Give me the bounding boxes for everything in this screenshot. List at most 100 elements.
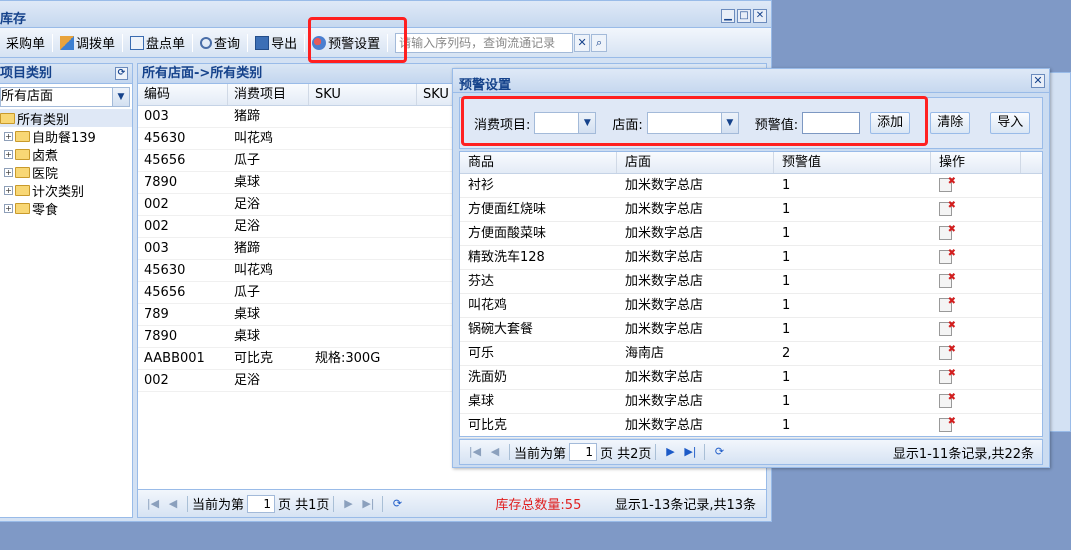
delete-icon[interactable] xyxy=(939,362,956,386)
table-cell: 足浴 xyxy=(234,373,261,388)
tree-item[interactable]: + 医院 xyxy=(0,163,132,182)
column-header[interactable]: 预警值 xyxy=(774,152,931,173)
inventory-label: 盘点单 xyxy=(146,37,186,52)
tree-item[interactable]: + 计次类别 xyxy=(0,181,132,200)
query-button[interactable]: 查询 xyxy=(194,32,246,54)
table-cell xyxy=(309,194,417,215)
close-icon[interactable]: ✕ xyxy=(1031,74,1045,88)
close-icon[interactable]: ✕ xyxy=(753,9,767,23)
table-cell xyxy=(309,370,417,391)
pager-separator xyxy=(187,495,188,512)
column-header[interactable]: 消费项目 xyxy=(228,84,309,105)
total-quantity: 库存总数量:55 xyxy=(495,498,582,513)
delete-icon[interactable] xyxy=(939,290,956,314)
refresh-icon[interactable]: ⟳ xyxy=(115,67,128,80)
refresh-icon[interactable]: ⟳ xyxy=(712,445,726,459)
first-page-icon[interactable]: |◀ xyxy=(468,445,482,459)
delete-icon[interactable] xyxy=(939,338,956,362)
category-tree: 所有类别 + 自助餐139 + 卤煮 + 医院 + 计次类别 + 零食 xyxy=(0,109,132,218)
table-cell xyxy=(309,304,417,325)
table-cell: 叫花鸡 xyxy=(234,263,274,278)
table-cell: 7890 xyxy=(144,175,178,190)
folder-icon xyxy=(15,166,30,178)
first-page-icon[interactable]: |◀ xyxy=(146,497,160,511)
expand-icon[interactable]: + xyxy=(4,185,13,195)
table-cell xyxy=(309,172,417,193)
delete-icon[interactable] xyxy=(939,242,956,266)
search-go-icon[interactable]: ⌕ xyxy=(591,33,608,52)
pager-separator xyxy=(333,495,335,512)
record-summary: 显示1-13条记录,共13条 xyxy=(614,498,756,513)
inventory-count-button[interactable]: 盘点单 xyxy=(124,32,191,54)
table-cell: 加米数字总店 xyxy=(625,418,704,433)
delete-icon[interactable] xyxy=(939,314,956,338)
store-select[interactable]: 所有店面 ▼ xyxy=(0,87,130,107)
table-cell: 猪蹄 xyxy=(234,241,261,256)
column-header[interactable]: 操作 xyxy=(931,152,1021,173)
dialog-title: 预警设置 xyxy=(459,78,512,93)
tree-item-label: 所有类别 xyxy=(17,112,70,128)
prev-page-icon[interactable]: ◀ xyxy=(166,497,180,511)
inventory-icon xyxy=(130,35,145,50)
delete-icon[interactable] xyxy=(939,170,956,194)
table-cell: 桌球 xyxy=(234,175,261,190)
toolbar-separator xyxy=(122,33,124,52)
import-button[interactable]: 导入 xyxy=(990,112,1031,134)
tree-item-label: 计次类别 xyxy=(32,184,85,200)
transfer-order-button[interactable]: 调拨单 xyxy=(54,32,121,54)
column-header[interactable]: 编码 xyxy=(138,84,228,105)
table-cell: 7890 xyxy=(144,329,178,344)
column-header[interactable]: SKU xyxy=(309,84,417,105)
action-cell xyxy=(931,266,1021,293)
delete-icon[interactable] xyxy=(939,266,956,290)
delete-icon[interactable] xyxy=(939,194,956,218)
action-cell xyxy=(931,338,1021,365)
page-number-input[interactable]: 1 xyxy=(569,443,598,461)
serial-search-input[interactable]: 请输入序列码，查询流通记录 xyxy=(395,32,574,53)
expand-icon[interactable]: + xyxy=(4,149,13,159)
expand-icon[interactable]: + xyxy=(4,131,13,141)
table-cell: 洗面奶 xyxy=(468,370,508,385)
tree-item-all[interactable]: 所有类别 xyxy=(0,109,132,128)
folder-icon xyxy=(15,130,30,142)
delete-icon[interactable] xyxy=(939,218,956,242)
table-cell: 加米数字总店 xyxy=(625,274,704,289)
transfer-icon xyxy=(60,35,75,50)
refresh-icon[interactable]: ⟳ xyxy=(390,497,404,511)
action-cell xyxy=(931,194,1021,221)
minimize-icon[interactable]: ▁ xyxy=(721,9,735,23)
page-suffix: 页 共1页 xyxy=(278,498,330,513)
tree-item[interactable]: + 自助餐139 xyxy=(0,127,132,146)
table-cell: 加米数字总店 xyxy=(625,394,704,409)
export-button[interactable]: 导出 xyxy=(249,32,303,54)
next-page-icon[interactable]: ▶ xyxy=(663,445,677,459)
last-page-icon[interactable]: ▶| xyxy=(683,445,697,459)
table-cell: 可乐 xyxy=(468,346,495,361)
maximize-icon[interactable]: □ xyxy=(737,9,751,23)
delete-icon[interactable] xyxy=(939,386,956,410)
clear-button[interactable]: 清除 xyxy=(930,112,971,134)
delete-icon[interactable] xyxy=(939,410,956,434)
next-page-icon[interactable]: ▶ xyxy=(341,497,355,511)
table-cell: 加米数字总店 xyxy=(625,322,704,337)
purchase-order-button[interactable]: 采购单 xyxy=(0,32,51,54)
tree-item[interactable]: + 零食 xyxy=(0,199,132,218)
tree-item[interactable]: + 卤煮 xyxy=(0,145,132,164)
page-number-input[interactable]: 1 xyxy=(247,494,276,513)
table-cell: 加米数字总店 xyxy=(625,298,704,313)
last-page-icon[interactable]: ▶| xyxy=(361,497,375,511)
prev-page-icon[interactable]: ◀ xyxy=(488,445,502,459)
table-row[interactable]: 可比克 加米数字总店 1 xyxy=(460,410,1042,438)
column-header[interactable]: 店面 xyxy=(617,152,774,173)
table-cell: 海南店 xyxy=(625,346,665,361)
chevron-down-icon[interactable]: ▼ xyxy=(112,88,129,106)
action-cell xyxy=(931,410,1021,437)
clear-search-icon[interactable]: ✕ xyxy=(574,33,591,52)
expand-icon[interactable]: + xyxy=(4,203,13,213)
table-cell xyxy=(309,260,417,281)
table-cell: 1 xyxy=(782,178,791,193)
table-cell: 可比克 xyxy=(234,351,274,366)
table-cell xyxy=(309,238,417,259)
column-header[interactable]: 商品 xyxy=(460,152,617,173)
expand-icon[interactable]: + xyxy=(4,167,13,177)
